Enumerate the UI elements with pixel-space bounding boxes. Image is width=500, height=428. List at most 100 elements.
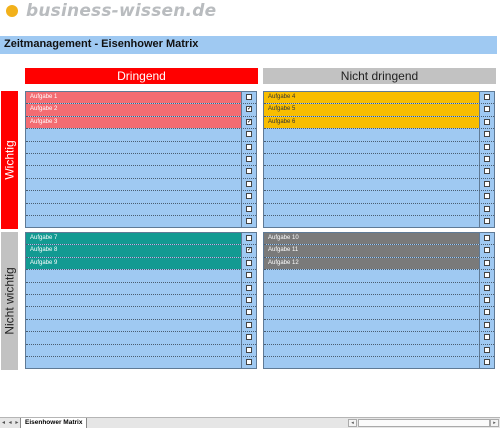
task-checkbox[interactable] [246, 94, 252, 100]
task-cell[interactable] [264, 283, 479, 294]
task-row: Aufgabe 6 [264, 116, 494, 130]
task-cell[interactable] [26, 270, 241, 281]
task-cell[interactable] [26, 357, 241, 369]
task-cell[interactable]: Aufgabe 8 [26, 245, 241, 257]
task-checkbox[interactable] [484, 118, 490, 125]
header-dringend: Dringend [25, 68, 258, 84]
task-checkbox[interactable] [246, 334, 252, 341]
task-cell[interactable] [264, 345, 479, 356]
task-checkbox[interactable] [484, 296, 490, 303]
task-checkbox[interactable] [246, 205, 252, 212]
task-cell[interactable]: Aufgabe 12 [264, 257, 479, 270]
task-cell[interactable] [26, 307, 241, 318]
task-checkbox[interactable] [246, 284, 252, 291]
task-checkbox[interactable] [246, 168, 252, 175]
task-cell[interactable] [26, 191, 241, 202]
task-checkbox[interactable] [246, 180, 252, 187]
task-cell[interactable]: Aufgabe 3 [26, 116, 241, 129]
task-cell[interactable] [264, 166, 479, 177]
task-cell[interactable]: Aufgabe 4 [264, 92, 479, 104]
task-cell[interactable] [26, 283, 241, 294]
task-cell[interactable]: Aufgabe 6 [264, 116, 479, 129]
task-cell[interactable] [264, 179, 479, 190]
task-checkbox[interactable] [246, 296, 252, 303]
task-checkbox[interactable] [246, 217, 252, 224]
task-checkbox[interactable] [484, 346, 490, 353]
task-cell[interactable]: Aufgabe 7 [26, 233, 241, 245]
horizontal-scrollbar[interactable] [358, 419, 490, 427]
scroll-left-button[interactable]: ◂ [348, 419, 357, 427]
task-cell[interactable] [264, 216, 479, 228]
task-checkbox[interactable] [484, 168, 490, 175]
task-cell[interactable] [26, 129, 241, 140]
task-checkbox[interactable]: ✓ [246, 106, 252, 113]
task-cell[interactable] [264, 320, 479, 331]
task-checkbox[interactable] [246, 321, 252, 328]
task-row: Aufgabe 3 ✓ [26, 116, 256, 130]
task-cell[interactable] [26, 142, 241, 153]
task-cell[interactable] [26, 166, 241, 177]
task-cell[interactable] [264, 154, 479, 165]
task-checkbox[interactable] [246, 346, 252, 353]
side-label-nicht-wichtig: Nicht wichtig [1, 232, 18, 370]
column-divider [479, 294, 480, 307]
task-checkbox[interactable] [484, 217, 490, 224]
task-cell[interactable] [26, 216, 241, 228]
task-checkbox[interactable] [484, 106, 490, 113]
task-cell[interactable]: Aufgabe 2 [26, 104, 241, 116]
task-checkbox[interactable] [484, 272, 490, 279]
task-row: Aufgabe 7 [26, 233, 256, 246]
task-cell[interactable] [264, 332, 479, 343]
task-row [264, 191, 494, 204]
task-checkbox[interactable] [246, 309, 252, 316]
task-checkbox[interactable] [484, 131, 490, 138]
task-cell[interactable] [264, 191, 479, 202]
task-cell[interactable] [264, 295, 479, 306]
task-checkbox[interactable] [484, 235, 490, 241]
task-row [264, 153, 494, 167]
task-cell[interactable]: Aufgabe 1 [26, 92, 241, 104]
task-cell[interactable] [26, 332, 241, 343]
task-checkbox[interactable] [484, 94, 490, 100]
task-checkbox[interactable] [484, 205, 490, 212]
task-checkbox[interactable]: ✓ [246, 118, 252, 125]
task-checkbox[interactable] [484, 155, 490, 162]
task-cell[interactable]: Aufgabe 5 [264, 104, 479, 116]
scroll-right-button[interactable]: ▸ [490, 419, 499, 427]
task-checkbox[interactable] [246, 193, 252, 200]
task-cell[interactable] [26, 320, 241, 331]
task-checkbox[interactable] [246, 272, 252, 279]
task-cell[interactable] [26, 295, 241, 306]
task-cell[interactable] [264, 204, 479, 215]
task-cell[interactable] [26, 204, 241, 215]
task-checkbox[interactable] [484, 284, 490, 291]
task-checkbox[interactable]: ✓ [246, 247, 252, 254]
task-checkbox[interactable] [484, 193, 490, 200]
task-cell[interactable]: Aufgabe 10 [264, 233, 479, 245]
task-checkbox[interactable] [246, 155, 252, 162]
task-cell[interactable] [264, 129, 479, 140]
task-checkbox[interactable] [246, 143, 252, 150]
task-cell[interactable] [264, 142, 479, 153]
task-checkbox[interactable] [246, 358, 252, 365]
task-checkbox[interactable] [484, 321, 490, 328]
task-checkbox[interactable] [484, 334, 490, 341]
task-checkbox[interactable] [484, 180, 490, 187]
task-checkbox[interactable] [246, 131, 252, 138]
task-checkbox[interactable] [484, 143, 490, 150]
task-cell[interactable] [264, 357, 479, 369]
task-cell[interactable] [26, 154, 241, 165]
task-cell[interactable] [26, 179, 241, 190]
task-checkbox[interactable] [246, 235, 252, 241]
task-checkbox[interactable] [484, 358, 490, 365]
task-cell[interactable] [26, 345, 241, 356]
column-divider [479, 215, 480, 229]
task-cell[interactable] [264, 307, 479, 318]
task-cell[interactable]: Aufgabe 11 [264, 245, 479, 257]
task-checkbox[interactable] [484, 247, 490, 254]
task-checkbox[interactable] [246, 259, 252, 266]
task-cell[interactable]: Aufgabe 9 [26, 257, 241, 270]
task-cell[interactable] [264, 270, 479, 281]
task-checkbox[interactable] [484, 309, 490, 316]
task-checkbox[interactable] [484, 259, 490, 266]
